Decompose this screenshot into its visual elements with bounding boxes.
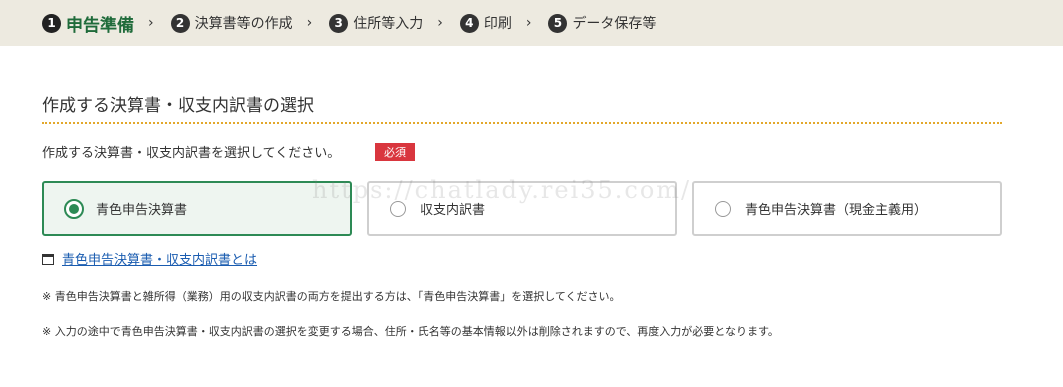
chevron-right-icon: ›: [525, 15, 532, 31]
window-icon: [42, 254, 54, 265]
option-blue-return[interactable]: 青色申告決算書: [42, 181, 352, 236]
dotted-divider: [42, 122, 1002, 124]
chevron-right-icon: ›: [148, 15, 154, 31]
step-number-2: 2: [170, 13, 190, 33]
chevron-right-icon: ›: [437, 15, 443, 31]
radio-unselected-icon[interactable]: [715, 200, 731, 217]
radio-unselected-icon[interactable]: [390, 200, 406, 217]
help-link[interactable]: 青色申告決算書・収支内訳書とは: [62, 249, 257, 268]
step-label-4: 印刷: [483, 16, 512, 32]
option-blue-return-cash-basis[interactable]: 青色申告決算書（現金主義用）: [692, 181, 1002, 236]
option-label: 収支内訳書: [420, 203, 486, 218]
step-label-1: 申告準備: [66, 15, 134, 36]
required-badge: 必須: [375, 143, 415, 161]
option-label: 青色申告決算書: [96, 203, 188, 218]
step-3: 3 住所等入力: [329, 13, 423, 33]
step-label-5: データ保存等: [572, 16, 657, 32]
option-label: 青色申告決算書（現金主義用）: [745, 203, 928, 218]
step-5: 5 データ保存等: [548, 13, 656, 33]
progress-steps: 1 申告準備 › 2 決算書等の作成 › 3 住所等入力 › 4 印刷 › 5 …: [0, 0, 1063, 46]
step-number-3: 3: [329, 13, 349, 33]
step-4: 4 印刷: [459, 13, 512, 33]
step-number-4: 4: [459, 13, 479, 33]
note-2: ※ 入力の途中で青色申告決算書・収支内訳書の選択を変更する場合、住所・氏名等の基…: [42, 325, 779, 338]
step-label-3: 住所等入力: [353, 16, 424, 32]
section-title: 作成する決算書・収支内訳書の選択: [42, 96, 314, 116]
help-link-row: 青色申告決算書・収支内訳書とは: [42, 249, 257, 268]
step-2: 2 決算書等の作成: [170, 13, 293, 33]
step-label-2: 決算書等の作成: [194, 16, 293, 32]
step-1: 1 申告準備: [42, 11, 134, 36]
option-income-statement[interactable]: 収支内訳書: [367, 181, 677, 236]
radio-selected-icon[interactable]: [64, 198, 84, 219]
step-number-5: 5: [548, 13, 568, 33]
chevron-right-icon: ›: [306, 15, 313, 31]
step-number-1: 1: [42, 13, 61, 33]
selection-prompt: 作成する決算書・収支内訳書を選択してください。: [42, 146, 341, 161]
note-1: ※ 青色申告決算書と雑所得（業務）用の収支内訳書の両方を提出する方は、「青色申告…: [42, 290, 621, 303]
